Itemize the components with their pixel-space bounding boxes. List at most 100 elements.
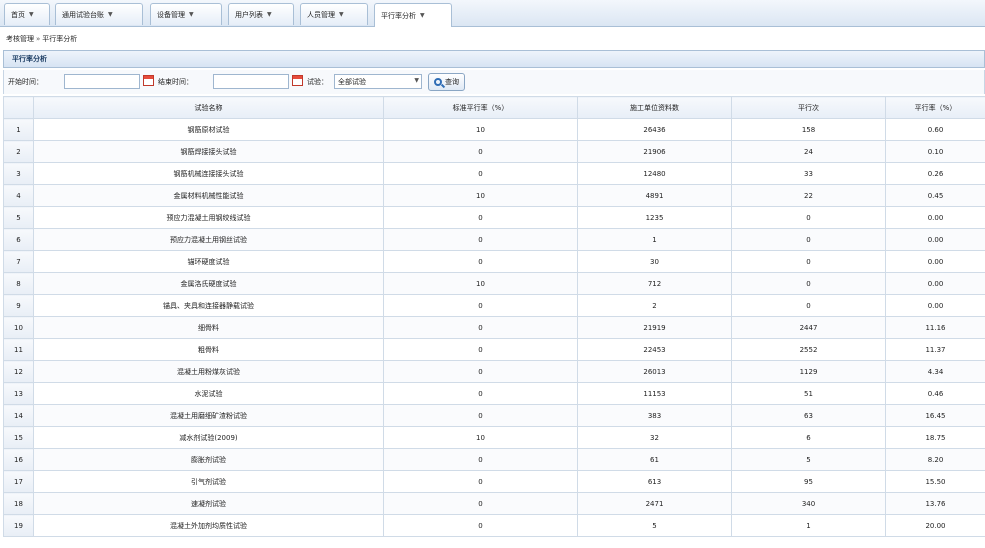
parallel-count-cell: 1 [731, 514, 886, 537]
parallel-rate-cell: 0.46 [885, 382, 985, 405]
parallel-count-cell: 2552 [731, 338, 886, 361]
tab-parallel-rate[interactable]: 平行率分析 ▼ [374, 3, 452, 27]
standard-rate-cell: 0 [383, 514, 578, 537]
row-index: 10 [3, 316, 34, 339]
record-count-cell: 22453 [577, 338, 732, 361]
table-row[interactable]: 6 预应力混凝土用钢丝试验 0 1 0 0.00 [3, 228, 985, 251]
table-row[interactable]: 15 减水剂试验(2009) 10 32 6 18.75 [3, 426, 985, 449]
test-name-cell: 预应力混凝土用钢绞线试验 [33, 206, 384, 229]
chevron-down-icon[interactable]: ▼ [29, 11, 34, 18]
column-header-parallel-rate[interactable]: 平行率（%） [885, 96, 985, 119]
table-row[interactable]: 12 混凝土用粉煤灰试验 0 26013 1129 4.34 [3, 360, 985, 383]
tab-personnel[interactable]: 人员管理 ▼ [300, 3, 368, 25]
column-header-parallel-count[interactable]: 平行次 [731, 96, 886, 119]
standard-rate-cell: 0 [383, 294, 578, 317]
table-row[interactable]: 7 锚环硬度试验 0 30 0 0.00 [3, 250, 985, 273]
row-index: 14 [3, 404, 34, 427]
row-index: 1 [3, 118, 34, 141]
parallel-rate-cell: 0.60 [885, 118, 985, 141]
tab-label: 首页 [11, 10, 25, 19]
standard-rate-cell: 0 [383, 492, 578, 515]
parallel-count-cell: 0 [731, 228, 886, 251]
record-count-cell: 383 [577, 404, 732, 427]
column-header-standard-rate[interactable]: 标准平行率（%） [383, 96, 578, 119]
table-row[interactable]: 19 混凝土外加剂均质性试验 0 5 1 20.00 [3, 514, 985, 537]
table-row[interactable]: 14 混凝土用磨细矿渣粉试验 0 383 63 16.45 [3, 404, 985, 427]
standard-rate-cell: 10 [383, 426, 578, 449]
test-name-cell: 粗骨料 [33, 338, 384, 361]
record-count-cell: 4891 [577, 184, 732, 207]
test-type-label: 试验： [307, 78, 328, 86]
test-name-cell: 金属洛氏硬度试验 [33, 272, 384, 295]
record-count-cell: 21919 [577, 316, 732, 339]
parallel-count-cell: 158 [731, 118, 886, 141]
table-row[interactable]: 2 钢筋焊接接头试验 0 21906 24 0.10 [3, 140, 985, 163]
parallel-rate-cell: 0.00 [885, 206, 985, 229]
column-header-test-name[interactable]: 试验名称 [33, 96, 384, 119]
chevron-down-icon[interactable]: ▼ [339, 11, 344, 18]
table-row[interactable]: 1 钢筋原材试验 10 26436 158 0.60 [3, 118, 985, 141]
table-row[interactable]: 4 金属材料机械性能试验 10 4891 22 0.45 [3, 184, 985, 207]
standard-rate-cell: 0 [383, 316, 578, 339]
table-row[interactable]: 9 锚具、夹具和连接器静载试验 0 2 0 0.00 [3, 294, 985, 317]
standard-rate-cell: 0 [383, 448, 578, 471]
parallel-rate-cell: 11.16 [885, 316, 985, 339]
table-row[interactable]: 5 预应力混凝土用钢绞线试验 0 1235 0 0.00 [3, 206, 985, 229]
parallel-count-cell: 0 [731, 294, 886, 317]
parallel-rate-cell: 18.75 [885, 426, 985, 449]
chevron-down-icon[interactable]: ▼ [189, 11, 194, 18]
panel-title-text: 平行率分析 [12, 55, 47, 63]
column-header-record-count[interactable]: 施工单位资料数 [577, 96, 732, 119]
query-button[interactable]: 查询 [428, 73, 465, 91]
test-name-cell: 钢筋机械连接接头试验 [33, 162, 384, 185]
table-row[interactable]: 17 引气剂试验 0 613 95 15.50 [3, 470, 985, 493]
table-row[interactable]: 16 膨胀剂试验 0 61 5 8.20 [3, 448, 985, 471]
table-row[interactable]: 3 钢筋机械连接接头试验 0 12480 33 0.26 [3, 162, 985, 185]
tab-label: 通用试验台账 [62, 10, 104, 19]
parallel-rate-cell: 16.45 [885, 404, 985, 427]
table-row[interactable]: 18 速凝剂试验 0 2471 340 13.76 [3, 492, 985, 515]
parallel-count-cell: 51 [731, 382, 886, 405]
standard-rate-cell: 0 [383, 404, 578, 427]
tab-general-test-ledger[interactable]: 通用试验台账 ▼ [55, 3, 143, 25]
test-type-select[interactable]: 全部试验 ▼ [334, 74, 422, 89]
breadcrumb-item[interactable]: 考核管理 [6, 34, 34, 44]
row-index: 15 [3, 426, 34, 449]
start-time-input[interactable] [64, 74, 140, 89]
parallel-count-cell: 5 [731, 448, 886, 471]
chevron-down-icon[interactable]: ▼ [267, 11, 272, 18]
record-count-cell: 32 [577, 426, 732, 449]
row-index: 6 [3, 228, 34, 251]
test-name-cell: 金属材料机械性能试验 [33, 184, 384, 207]
test-name-cell: 速凝剂试验 [33, 492, 384, 515]
standard-rate-cell: 10 [383, 272, 578, 295]
parallel-count-cell: 24 [731, 140, 886, 163]
test-name-cell: 钢筋焊接接头试验 [33, 140, 384, 163]
breadcrumb-item: 平行率分析 [42, 35, 78, 43]
calendar-icon[interactable] [292, 75, 303, 86]
chevron-down-icon[interactable]: ▼ [108, 11, 113, 18]
record-count-cell: 26013 [577, 360, 732, 383]
row-index: 12 [3, 360, 34, 383]
test-name-cell: 细骨料 [33, 316, 384, 339]
standard-rate-cell: 0 [383, 250, 578, 273]
test-name-cell: 混凝土用粉煤灰试验 [33, 360, 384, 383]
chevron-down-icon[interactable]: ▼ [414, 77, 419, 84]
tab-home[interactable]: 首页 ▼ [4, 3, 50, 25]
row-index: 2 [3, 140, 34, 163]
table-row[interactable]: 10 细骨料 0 21919 2447 11.16 [3, 316, 985, 339]
chevron-down-icon[interactable]: ▼ [420, 12, 425, 19]
parallel-rate-cell: 0.00 [885, 228, 985, 251]
tab-bar: 首页 ▼ 通用试验台账 ▼ 设备管理 ▼ 用户列表 ▼ 人员管理 ▼ 平行率分析… [0, 0, 985, 27]
table-row[interactable]: 11 粗骨料 0 22453 2552 11.37 [3, 338, 985, 361]
table-row[interactable]: 8 金属洛氏硬度试验 10 712 0 0.00 [3, 272, 985, 295]
standard-rate-cell: 0 [383, 162, 578, 185]
row-index: 18 [3, 492, 34, 515]
tab-equipment[interactable]: 设备管理 ▼ [150, 3, 222, 25]
end-time-input[interactable] [213, 74, 289, 89]
calendar-icon[interactable] [143, 75, 154, 86]
tab-user-list[interactable]: 用户列表 ▼ [228, 3, 294, 25]
table-row[interactable]: 13 水泥试验 0 11153 51 0.46 [3, 382, 985, 405]
row-index: 13 [3, 382, 34, 405]
parallel-rate-cell: 0.00 [885, 294, 985, 317]
